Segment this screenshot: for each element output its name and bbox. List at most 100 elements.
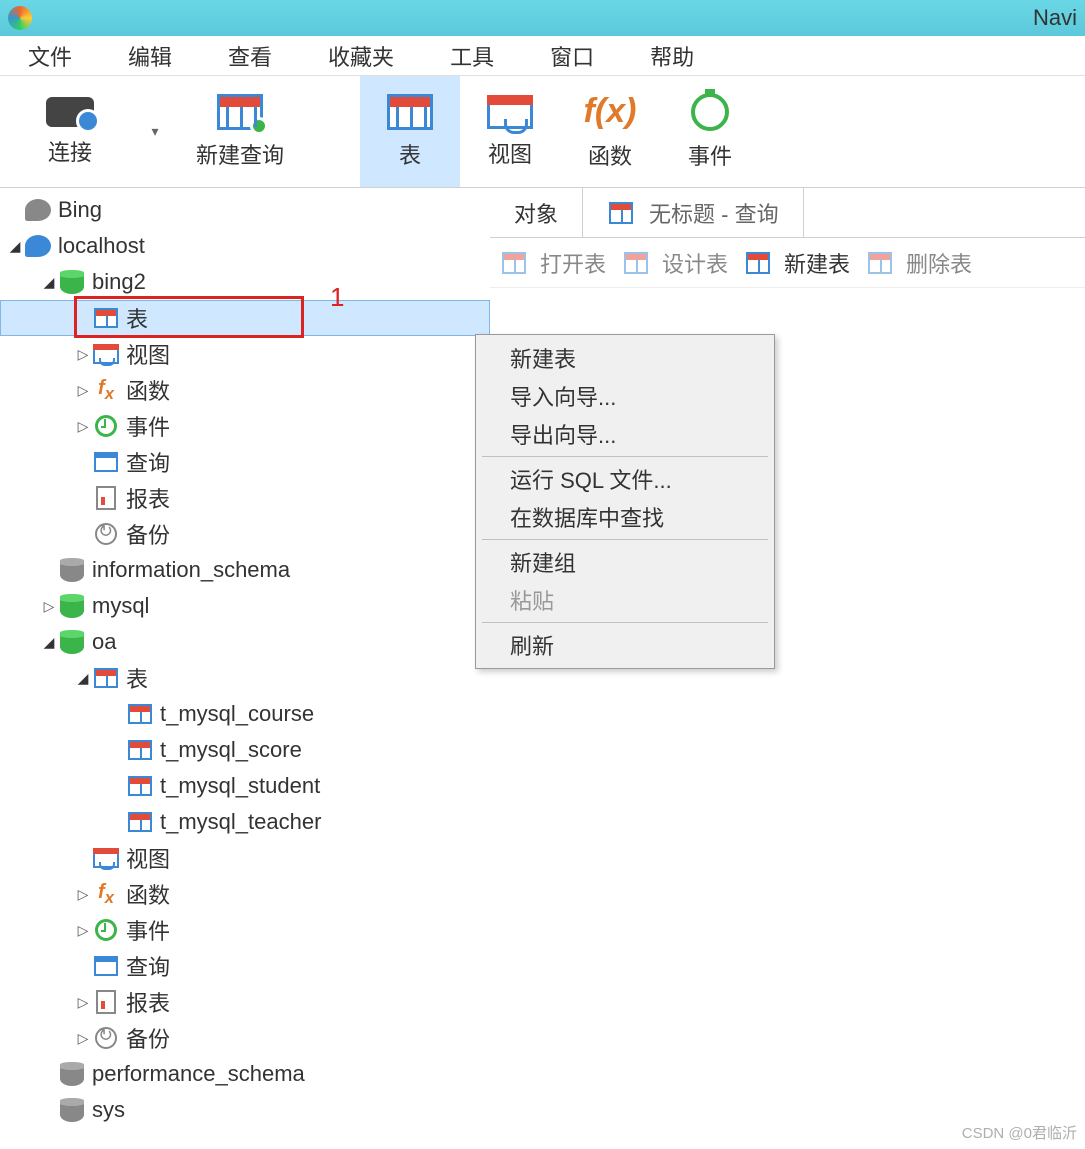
table-plus-icon xyxy=(217,94,263,130)
toolbar-clock-button[interactable]: 事件 xyxy=(660,76,760,187)
context-menu-item[interactable]: 刷新 xyxy=(478,626,772,664)
tree-item[interactable]: ▷t_mysql_score xyxy=(0,732,490,768)
tree-item[interactable]: ▷事件 xyxy=(0,408,490,444)
watermark: CSDN @0君临沂 xyxy=(962,1122,1077,1143)
tree-label: 备份 xyxy=(126,1022,170,1054)
tab-untitled-query[interactable]: 无标题 - 查询 xyxy=(583,188,804,237)
tree-item[interactable]: ▷Bing xyxy=(0,192,490,228)
menu-item[interactable]: 工具 xyxy=(422,40,522,72)
tree-item[interactable]: ▷information_schema xyxy=(0,552,490,588)
clock-icon xyxy=(691,93,729,131)
tree-label: performance_schema xyxy=(92,1061,305,1087)
toolbar-connect-button[interactable]: 连接 xyxy=(0,76,140,187)
toolbar-table-button[interactable]: 表 xyxy=(360,76,460,187)
button-label: 新建表 xyxy=(784,247,850,279)
toolbar-label: 视图 xyxy=(488,137,532,169)
database-icon xyxy=(58,268,86,296)
context-menu-item[interactable]: 新建组 xyxy=(478,543,772,581)
design-table-button[interactable]: 设计表 xyxy=(622,247,728,279)
table-icon xyxy=(126,772,154,800)
toolbar-view-button[interactable]: 视图 xyxy=(460,76,560,187)
tree-label: mysql xyxy=(92,593,149,619)
tree-item[interactable]: ▷查询 xyxy=(0,948,490,984)
tree-item[interactable]: ◢表 xyxy=(0,660,490,696)
view-icon xyxy=(92,340,120,368)
tree-label: t_mysql_teacher xyxy=(160,809,321,835)
tree-item[interactable]: ◢ localhost xyxy=(0,228,490,264)
tree-item[interactable]: ▷fx函数 xyxy=(0,372,490,408)
tree-label: t_mysql_course xyxy=(160,701,314,727)
menu-item[interactable]: 窗口 xyxy=(522,40,622,72)
delete-table-button[interactable]: 删除表 xyxy=(866,247,972,279)
tree-label: 查询 xyxy=(126,950,170,982)
tree-item[interactable]: ◢oa xyxy=(0,624,490,660)
tab-objects[interactable]: 对象 xyxy=(490,188,583,237)
menu-item[interactable]: 帮助 xyxy=(622,40,722,72)
chevron-down-icon[interactable]: ◢ xyxy=(40,274,58,291)
menu-item[interactable]: 文件 xyxy=(0,40,100,72)
tree-item[interactable]: ▷t_mysql_student xyxy=(0,768,490,804)
tree-item[interactable]: ▷备份 xyxy=(0,516,490,552)
chevron-right-icon[interactable]: ▷ xyxy=(74,346,92,363)
tree-label: localhost xyxy=(58,233,145,259)
tree-item[interactable]: ▷视图 xyxy=(0,840,490,876)
new-table-button[interactable]: 新建表 xyxy=(744,247,850,279)
tree-label: information_schema xyxy=(92,557,290,583)
sidebar: ▷Bing◢localhost◢bing2▷表▷视图▷fx函数▷事件▷查询▷报表… xyxy=(0,188,490,1149)
context-menu-item[interactable]: 运行 SQL 文件... xyxy=(478,460,772,498)
title-bar: Navi xyxy=(0,0,1085,36)
tree-item[interactable]: ▷ 备份 xyxy=(0,1020,490,1056)
chevron-right-icon[interactable]: ▷ xyxy=(74,886,92,903)
chevron-right-icon[interactable]: ▷ xyxy=(40,598,58,615)
tree-item[interactable]: ▷事件 xyxy=(0,912,490,948)
tree-item[interactable]: ▷视图 xyxy=(0,336,490,372)
tree-item[interactable]: ▷查询 xyxy=(0,444,490,480)
tree-item[interactable]: ▷sys xyxy=(0,1092,490,1128)
query-icon xyxy=(92,448,120,476)
table-minus-icon xyxy=(866,249,894,277)
chevron-down-icon[interactable]: ◢ xyxy=(6,238,24,255)
report-icon xyxy=(92,988,120,1016)
context-menu-item[interactable]: 导出向导... xyxy=(478,415,772,453)
table-icon xyxy=(387,94,433,130)
tree-item[interactable]: ▷performance_schema xyxy=(0,1056,490,1092)
button-label: 设计表 xyxy=(662,247,728,279)
context-menu: 新建表导入向导...导出向导...运行 SQL 文件...在数据库中查找新建组粘… xyxy=(475,334,775,669)
context-menu-item[interactable]: 新建表 xyxy=(478,339,772,377)
tree-label: 函数 xyxy=(126,878,170,910)
report-icon xyxy=(92,484,120,512)
chevron-right-icon[interactable]: ▷ xyxy=(74,1030,92,1047)
chevron-down-icon[interactable]: ◢ xyxy=(40,634,58,651)
menu-item[interactable]: 收藏夹 xyxy=(300,40,422,72)
tree-label: 表 xyxy=(126,302,148,334)
tree-item[interactable]: ▷报表 xyxy=(0,984,490,1020)
toolbar-fx-button[interactable]: f(x)函数 xyxy=(560,76,660,187)
tree-item[interactable]: ◢bing2 xyxy=(0,264,490,300)
tree-item[interactable]: ▷表 xyxy=(0,300,490,336)
chevron-right-icon[interactable]: ▷ xyxy=(74,994,92,1011)
chevron-down-icon[interactable]: ◢ xyxy=(74,670,92,687)
chevron-right-icon[interactable]: ▷ xyxy=(74,922,92,939)
menu-item[interactable]: 编辑 xyxy=(100,40,200,72)
tree-item[interactable]: ▷t_mysql_teacher xyxy=(0,804,490,840)
tree-label: 备份 xyxy=(126,518,170,550)
table-icon xyxy=(500,249,528,277)
context-menu-item[interactable]: 在数据库中查找 xyxy=(478,498,772,536)
chevron-down-icon[interactable]: ▾ xyxy=(140,76,170,187)
chevron-right-icon[interactable]: ▷ xyxy=(74,418,92,435)
menu-item[interactable]: 查看 xyxy=(200,40,300,72)
table-icon xyxy=(92,304,120,332)
chevron-right-icon[interactable]: ▷ xyxy=(74,382,92,399)
toolbar-label: 函数 xyxy=(588,139,632,171)
view-icon xyxy=(487,95,533,129)
menu-separator xyxy=(482,622,768,623)
toolbar-newquery-button[interactable]: 新建查询 xyxy=(170,76,310,187)
open-table-button[interactable]: 打开表 xyxy=(500,247,606,279)
tree-item[interactable]: ▷报表 xyxy=(0,480,490,516)
table-plus-icon xyxy=(744,249,772,277)
tree-item[interactable]: ▷ mysql xyxy=(0,588,490,624)
tree-item[interactable]: ▷fx函数 xyxy=(0,876,490,912)
tree-item[interactable]: ▷t_mysql_course xyxy=(0,696,490,732)
backup-icon xyxy=(92,1024,120,1052)
context-menu-item[interactable]: 导入向导... xyxy=(478,377,772,415)
